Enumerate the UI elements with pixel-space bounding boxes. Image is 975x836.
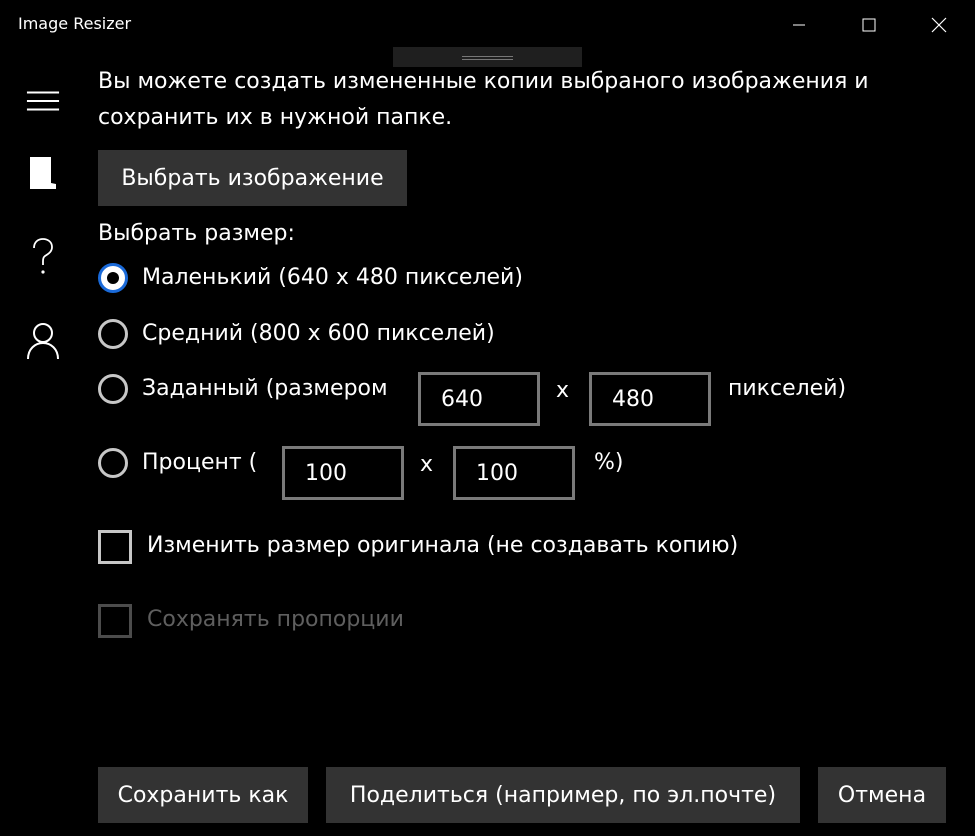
size-heading: Выбрать размер:: [98, 221, 295, 246]
custom-separator: x: [556, 378, 570, 403]
document-icon: [30, 157, 56, 189]
hamburger-menu-icon: [26, 91, 60, 111]
radio-small[interactable]: [98, 263, 128, 293]
help-icon: [33, 238, 53, 274]
radio-medium[interactable]: [98, 319, 128, 349]
nav-item-help[interactable]: [26, 238, 60, 274]
choose-image-button[interactable]: Выбрать изображение: [98, 150, 407, 206]
custom-width-input[interactable]: 640: [418, 372, 540, 426]
description-text: Вы можете создать измененные копии выбра…: [98, 69, 869, 130]
radio-percent[interactable]: [98, 448, 128, 478]
nav-item-account[interactable]: [26, 323, 60, 360]
cancel-button[interactable]: Отмена: [818, 767, 946, 823]
keep-proportions-checkbox: [98, 604, 132, 638]
maximize-button[interactable]: [835, 0, 903, 50]
save-as-button[interactable]: Сохранить как: [98, 767, 308, 823]
radio-small-label[interactable]: Маленький (640 x 480 пикселей): [142, 265, 523, 290]
radio-custom-label[interactable]: Заданный (размером: [142, 376, 388, 401]
hamburger-menu-button[interactable]: [26, 84, 60, 118]
custom-height-input[interactable]: 480: [589, 372, 711, 426]
grip-line: [462, 56, 513, 57]
close-button[interactable]: [905, 0, 973, 50]
percent-height-input[interactable]: 100: [453, 446, 575, 500]
minimize-button[interactable]: [765, 0, 833, 50]
percent-width-input[interactable]: 100: [282, 446, 404, 500]
nav-item-document[interactable]: [26, 156, 60, 190]
percent-suffix: %): [594, 450, 624, 475]
resize-original-label[interactable]: Изменить размер оригинала (не создавать …: [147, 533, 738, 558]
resize-original-checkbox[interactable]: [98, 530, 132, 564]
grip-line: [462, 59, 513, 60]
radio-percent-label[interactable]: Процент (: [142, 450, 257, 475]
share-button[interactable]: Поделиться (например, по эл.почте): [326, 767, 800, 823]
percent-separator: x: [420, 452, 434, 477]
radio-medium-label[interactable]: Средний (800 x 600 пикселей): [142, 321, 495, 346]
minimize-icon: [793, 24, 805, 26]
radio-custom[interactable]: [98, 374, 128, 404]
keep-proportions-label: Сохранять пропорции: [147, 607, 404, 632]
title-bar[interactable]: Image Resizer: [0, 0, 975, 50]
close-icon: [931, 17, 947, 33]
custom-suffix: пикселей): [728, 376, 847, 401]
app-window: Image Resizer Вы можете создать измененн…: [0, 0, 975, 836]
user-icon: [27, 323, 59, 360]
window-title: Image Resizer: [18, 14, 132, 33]
maximize-icon: [862, 18, 876, 32]
